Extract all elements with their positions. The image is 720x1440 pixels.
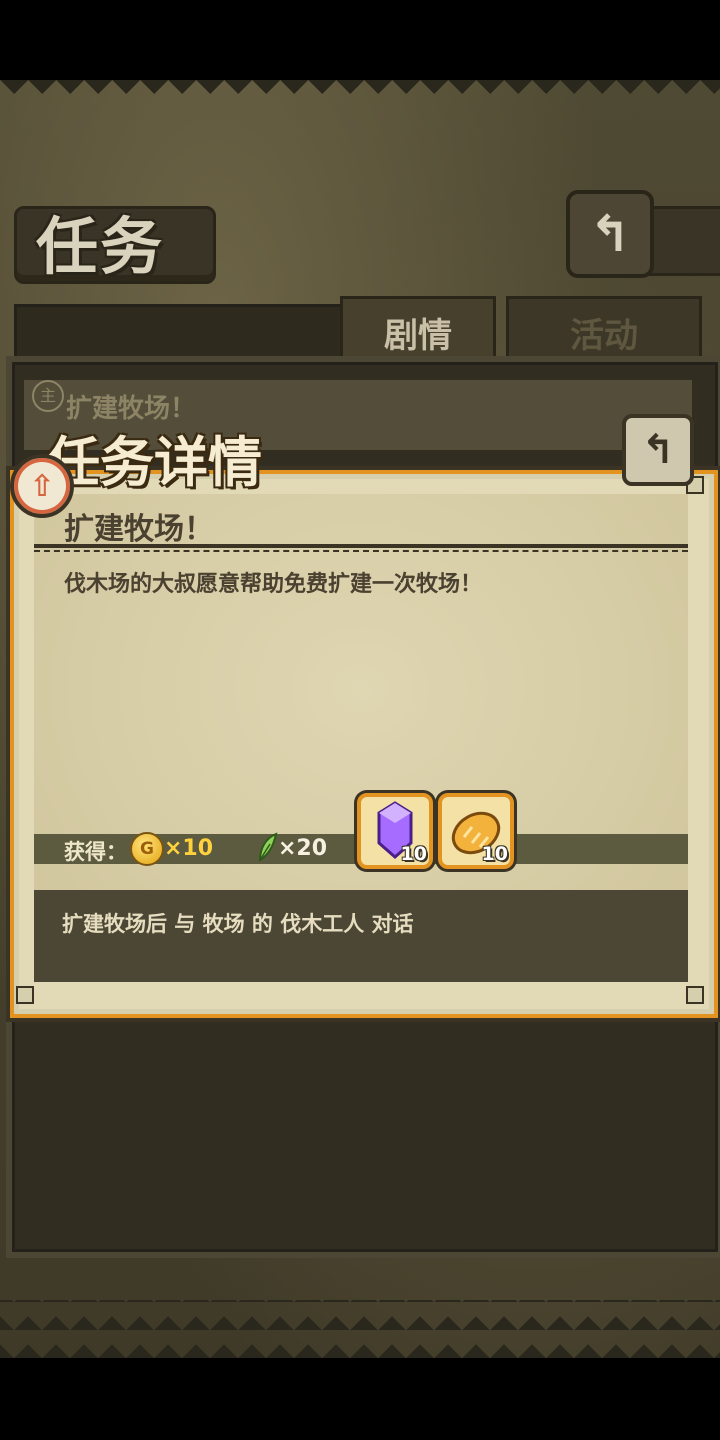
back-arrow-icon: ↰ (589, 205, 631, 263)
quest-objective: 扩建牧场后 与 牧场 的 伐木工人 对话 (62, 912, 414, 936)
quest-description: 伐木场的大叔愿意帮助免费扩建一次牧场！ (64, 572, 483, 597)
detail-back-button[interactable]: ↰ (622, 414, 694, 486)
gold-coin-icon: G (130, 832, 164, 866)
leaf-reward-count: ×20 (278, 836, 328, 861)
bottom-border (0, 1300, 720, 1358)
reward-item-bread[interactable]: 10 (438, 793, 514, 869)
detail-title: 任务详情 (46, 431, 262, 494)
divider-dashed (34, 550, 688, 552)
item-count: 10 (400, 843, 427, 865)
tab-bar-left (14, 304, 346, 363)
panel-corner (686, 986, 704, 1004)
page-title: 任务 (36, 210, 165, 283)
item-count: 10 (481, 843, 508, 865)
back-button[interactable]: ↰ (566, 190, 654, 278)
reward-label: 获得： (64, 840, 127, 864)
top-border (0, 80, 720, 108)
divider (34, 544, 688, 548)
coin-reward-count: ×10 (164, 836, 214, 861)
header-right-bar (646, 206, 720, 276)
quest-name: 扩建牧场！ (64, 512, 214, 547)
quest-type-badge-icon: ⇧ (10, 454, 74, 518)
tab-story[interactable]: 剧情 (340, 296, 496, 365)
tab-activity[interactable]: 活动 (506, 296, 702, 365)
main-quest-icon: 主 (32, 380, 64, 412)
leaf-icon (258, 832, 278, 862)
back-arrow-icon: ↰ (641, 427, 675, 473)
panel-corner (16, 986, 34, 1004)
reward-item-gem[interactable]: 10 (357, 793, 433, 869)
